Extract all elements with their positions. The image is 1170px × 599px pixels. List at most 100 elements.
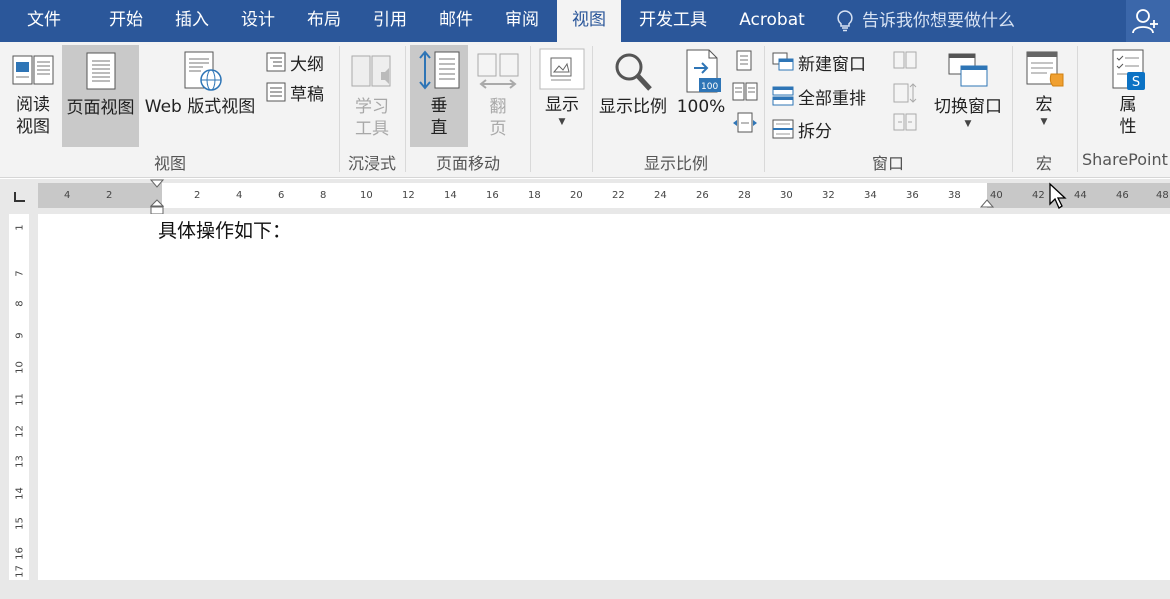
magnifier-icon: [615, 53, 652, 91]
arrange-all-button[interactable]: 全部重排: [772, 84, 882, 109]
ruler-tick: 36: [906, 190, 919, 201]
group-label-immersive: 沉浸式: [347, 154, 396, 173]
tab-references[interactable]: 引用: [358, 0, 422, 42]
group-separator: [1012, 46, 1013, 172]
ruler-tick: 8: [320, 190, 327, 201]
switch-windows-label: 切换窗口: [934, 97, 1002, 117]
print-layout-button[interactable]: 页面视图: [62, 45, 139, 147]
vruler-tick: 14: [14, 487, 26, 500]
side-to-side-label-1: 翻: [489, 97, 507, 117]
show-label: 显示: [545, 95, 579, 115]
ruler-tick: 10: [360, 190, 373, 201]
document-page[interactable]: [38, 214, 1170, 599]
read-mode-icon: [12, 55, 54, 85]
vruler-tick: 16: [14, 547, 26, 560]
vertical-scroll-icon: [419, 50, 460, 90]
synchronous-scrolling-button[interactable]: [892, 82, 918, 104]
ruler-tick: 18: [528, 190, 541, 201]
one-page-button[interactable]: [734, 50, 756, 72]
group-separator: [405, 46, 406, 172]
arrange-all-icon: [772, 86, 794, 106]
one-page-icon: [736, 50, 752, 71]
group-label-sharepoint: SharePoint: [1082, 150, 1168, 169]
group-label-window: 窗口: [871, 154, 904, 173]
show-icon: [539, 48, 585, 90]
vertical-button[interactable]: 垂 直: [410, 45, 468, 147]
tab-insert[interactable]: 插入: [160, 0, 224, 42]
svg-text:S: S: [1132, 75, 1140, 90]
tab-mailings[interactable]: 邮件: [424, 0, 488, 42]
document-body-text[interactable]: 具体操作如下：: [158, 216, 291, 243]
ruler-tick: 20: [570, 190, 583, 201]
read-mode-label-2: 视图: [16, 117, 50, 137]
tab-home[interactable]: 开始: [92, 0, 160, 42]
ruler-tick: 12: [402, 190, 415, 201]
first-line-indent-marker-icon[interactable]: [150, 179, 164, 189]
vruler-tick: 7: [14, 270, 26, 277]
ruler-tick: 14: [444, 190, 457, 201]
split-icon: [772, 119, 794, 139]
new-window-label: 新建窗口: [798, 55, 866, 75]
reset-window-position-button[interactable]: [892, 112, 918, 134]
group-label-views: 视图: [153, 154, 186, 173]
ruler-tick: 2: [194, 190, 201, 201]
switch-windows-button[interactable]: 切换窗口 ▼: [928, 48, 1008, 148]
view-side-by-side-button[interactable]: [892, 50, 918, 72]
vruler-tick: 15: [14, 517, 26, 530]
macros-label: 宏: [1035, 95, 1053, 115]
multiple-pages-button[interactable]: [732, 82, 758, 104]
learning-tools-button[interactable]: 学习 工具: [342, 48, 402, 148]
tab-layout[interactable]: 布局: [292, 0, 356, 42]
group-separator: [764, 46, 765, 172]
tab-design[interactable]: 设计: [226, 0, 290, 42]
new-window-button[interactable]: 新建窗口: [772, 50, 882, 75]
outline-label: 大纲: [290, 55, 324, 75]
properties-label-2: 性: [1119, 117, 1137, 137]
draft-icon: [266, 82, 286, 102]
vruler-tick: 12: [14, 425, 26, 438]
ruler-tick: 16: [486, 190, 499, 201]
ruler-tick: 32: [822, 190, 835, 201]
print-layout-icon: [86, 52, 115, 90]
zoom-100-button[interactable]: 100 100%: [674, 48, 728, 146]
side-to-side-label-2: 页: [489, 119, 507, 139]
ruler-tick: 22: [612, 190, 625, 201]
vruler-tick: 8: [14, 300, 26, 307]
tab-file[interactable]: 文件: [6, 0, 82, 42]
split-button[interactable]: 拆分: [772, 117, 882, 142]
zoom-button[interactable]: 显示比例: [596, 48, 670, 146]
new-window-icon: [772, 52, 794, 71]
draft-label: 草稿: [290, 85, 324, 105]
web-layout-label: Web 版式视图: [144, 97, 256, 117]
macros-button[interactable]: 宏 ▼: [1016, 48, 1072, 148]
tab-acrobat[interactable]: Acrobat: [726, 0, 818, 42]
ruler-tick: 38: [948, 190, 961, 201]
split-label: 拆分: [798, 122, 832, 142]
tab-developer[interactable]: 开发工具: [626, 0, 720, 42]
tab-view[interactable]: 视图: [557, 0, 621, 42]
web-layout-button[interactable]: Web 版式视图: [140, 48, 260, 146]
properties-button[interactable]: S 属 性: [1096, 48, 1160, 148]
vruler-tick: 10: [14, 361, 26, 374]
page-width-button[interactable]: [732, 112, 758, 134]
macros-caret-icon: ▼: [1040, 117, 1048, 127]
right-indent-marker-icon[interactable]: [980, 199, 994, 209]
group-label-zoom: 显示比例: [643, 154, 708, 173]
ruler-tick: 6: [278, 190, 285, 201]
account-button[interactable]: [1126, 0, 1170, 42]
vruler-tick: 11: [14, 393, 26, 406]
hanging-indent-marker-icon[interactable]: [150, 199, 164, 215]
print-layout-label: 页面视图: [66, 98, 135, 118]
read-mode-button[interactable]: 阅读 视图: [4, 48, 62, 146]
show-button[interactable]: 显示 ▼: [536, 48, 588, 148]
tab-selector-icon[interactable]: [12, 192, 26, 204]
tab-review[interactable]: 审阅: [490, 0, 554, 42]
group-separator: [1077, 46, 1078, 172]
show-dropdown-caret-icon: ▼: [558, 117, 566, 127]
vruler-tick: 17: [14, 565, 26, 578]
ruler-tick: 28: [738, 190, 751, 201]
ruler-tick: 30: [780, 190, 793, 201]
ruler-tick: 34: [864, 190, 877, 201]
group-label-page-movement: 页面移动: [435, 154, 500, 173]
side-to-side-button[interactable]: 翻 页: [470, 48, 526, 148]
